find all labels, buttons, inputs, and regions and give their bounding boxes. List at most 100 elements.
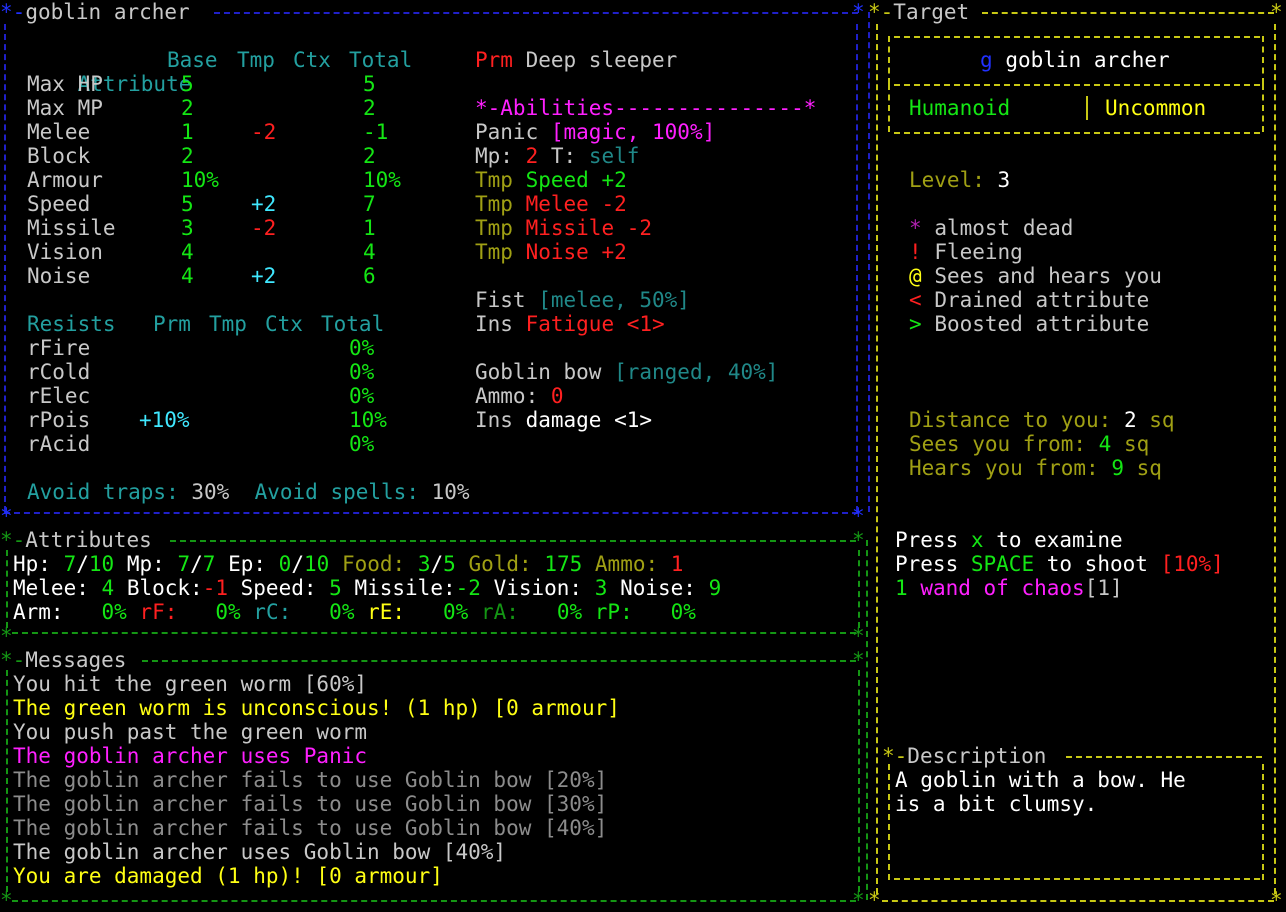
- stat-base: 10%: [181, 168, 219, 192]
- target-type-box-top: [894, 84, 1260, 86]
- resist-name: rElec: [27, 384, 91, 408]
- attributes-line-2: Melee: 4 Block:-1 Speed: 5 Missile:-2 Vi…: [13, 576, 722, 600]
- fleeing-icon: !: [909, 240, 922, 264]
- ability-bow-ammo: Ammo: 0: [475, 384, 564, 408]
- attributes-title: *-Attributes: [0, 528, 152, 552]
- stat-total: 2: [363, 96, 376, 120]
- description-frame-top: [1066, 756, 1262, 758]
- stats-header-base: Base: [167, 48, 218, 72]
- stat-tmp: +2: [251, 264, 277, 288]
- ability-fist[interactable]: Fist [melee, 50%]: [475, 288, 690, 312]
- frame-right: [856, 24, 858, 512]
- frame-corner: *: [852, 624, 865, 648]
- avoid-line: Avoid traps: 30% Avoid spells: 10%: [27, 480, 470, 504]
- stat-tmp: -2: [251, 120, 277, 144]
- examine-action[interactable]: Press x to examine: [895, 528, 1123, 552]
- ability-fist-effect: Ins Fatigue <1>: [475, 312, 665, 336]
- frame-divider: [866, 540, 868, 900]
- target-type-box-bottom: [894, 132, 1260, 134]
- examine-key[interactable]: x: [971, 528, 984, 552]
- shoot-action[interactable]: Press SPACE to shoot [10%]: [895, 552, 1224, 576]
- frame-corner: *: [1270, 888, 1283, 912]
- ability-effect: Tmp Melee -2: [475, 192, 627, 216]
- messages-frame-left: [6, 670, 8, 892]
- message-line: The goblin archer uses Goblin bow [40%]: [13, 840, 507, 864]
- resist-total: 10%: [349, 408, 387, 432]
- char-panel-title: *-goblin archer: [0, 0, 190, 24]
- stat-base: 2: [181, 96, 194, 120]
- message-line: The goblin archer fails to use Goblin bo…: [13, 768, 608, 792]
- permanent-trait: Prm Deep sleeper: [475, 48, 678, 72]
- messages-frame-bottom: [12, 900, 856, 902]
- description-line: is a bit clumsy.: [895, 792, 1098, 816]
- stat-base: 4: [181, 264, 194, 288]
- target-type-box-divider: [1086, 96, 1088, 120]
- description-frame-right: [1262, 764, 1264, 880]
- wand-item[interactable]: 1 wand of chaos[1]: [895, 576, 1123, 600]
- shoot-key[interactable]: SPACE: [971, 552, 1034, 576]
- attributes-frame-bottom: [12, 632, 856, 634]
- stats-header-tmp: Tmp: [237, 48, 275, 72]
- legend-item: ! Fleeing: [909, 240, 1023, 264]
- description-frame-left: [888, 764, 890, 880]
- stat-total: 10%: [363, 168, 401, 192]
- target-distance: Distance to you: 2 sq: [909, 408, 1175, 432]
- legend-item: * almost dead: [909, 216, 1074, 240]
- ability-panic[interactable]: Panic [magic, 100%]: [475, 120, 715, 144]
- stat-name: Missile: [27, 216, 116, 240]
- target-name-box-right: [1262, 36, 1264, 84]
- resists-header-tmp: Tmp: [209, 312, 247, 336]
- target-name: goblin archer: [1005, 48, 1170, 72]
- target-name-box-left: [888, 36, 890, 84]
- resist-name: rCold: [27, 360, 91, 384]
- stat-name: Armour: [27, 168, 103, 192]
- frame-corner: *: [852, 648, 865, 672]
- message-line: You hit the green worm [60%]: [13, 672, 368, 696]
- target-frame-left: [876, 24, 878, 894]
- resist-total: 0%: [349, 360, 375, 384]
- stat-tmp: -2: [251, 216, 277, 240]
- messages-frame-right: [858, 670, 860, 892]
- attributes-frame-left: [6, 550, 8, 628]
- message-line: The goblin archer uses Panic: [13, 744, 368, 768]
- stat-total: 6: [363, 264, 376, 288]
- stat-name: Melee: [27, 120, 91, 144]
- stat-base: 4: [181, 240, 194, 264]
- frame-divider: [868, 12, 870, 512]
- abilities-header: *-Abilities---------------*: [475, 96, 817, 120]
- messages-frame-top: [142, 660, 856, 662]
- resists-header-ctx: Ctx: [265, 312, 303, 336]
- stat-total: 4: [363, 240, 376, 264]
- resist-total: 0%: [349, 336, 375, 360]
- frame-corner: *: [0, 504, 13, 528]
- stat-total: 5: [363, 72, 376, 96]
- legend-item: > Boosted attribute: [909, 312, 1150, 336]
- message-line: The goblin archer fails to use Goblin bo…: [13, 816, 608, 840]
- messages-title: *-Messages: [0, 648, 127, 672]
- frame-corner: *: [0, 888, 13, 912]
- stat-base: 1: [181, 120, 194, 144]
- stat-total: 7: [363, 192, 376, 216]
- description-title: *-Description: [882, 744, 1047, 768]
- frame-corner: *: [1270, 0, 1283, 24]
- attributes-line-1: Hp: 7/10 Mp: 7/7 Ep: 0/10 Food: 3/5 Gold…: [13, 552, 684, 576]
- stat-name: Speed: [27, 192, 91, 216]
- target-frame-right: [1274, 24, 1276, 894]
- resists-header-resists: Resists: [27, 312, 116, 336]
- ability-goblin-bow[interactable]: Goblin bow [ranged, 40%]: [475, 360, 778, 384]
- legend-item: < Drained attribute: [909, 288, 1150, 312]
- frame-corner: *: [852, 504, 865, 528]
- frame-bottom: [4, 512, 858, 514]
- target-name-box-top: [894, 36, 1260, 38]
- attributes-frame-top: [170, 540, 856, 542]
- ability-effect: Tmp Missile -2: [475, 216, 653, 240]
- message-line: The goblin archer fails to use Goblin bo…: [13, 792, 608, 816]
- legend-item: @ Sees and hears you: [909, 264, 1162, 288]
- resists-header-prm: Prm: [153, 312, 191, 336]
- frame-corner: *: [0, 624, 13, 648]
- target-hears-range: Hears you from: 9 sq: [909, 456, 1162, 480]
- drained-icon: <: [909, 288, 922, 312]
- frame-top: [214, 12, 858, 14]
- resist-name: rFire: [27, 336, 91, 360]
- stats-header-total: Total: [349, 48, 413, 72]
